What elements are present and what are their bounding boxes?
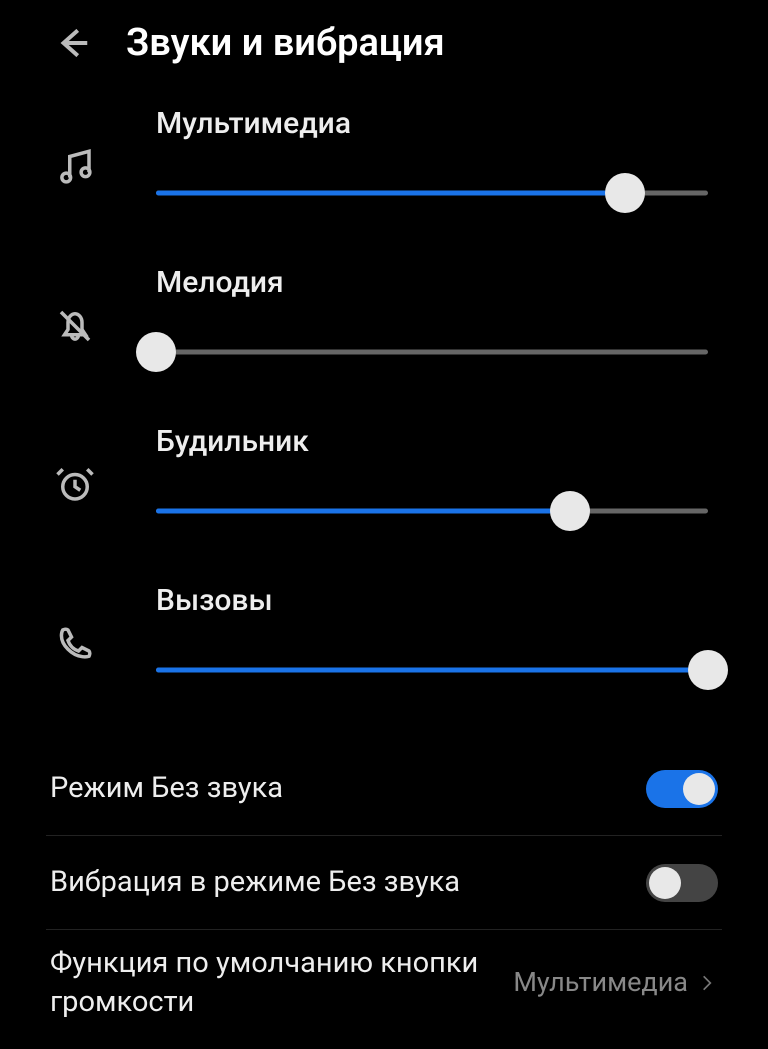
label-silent: Режим Без звука — [50, 769, 646, 808]
slider-label-calls: Вызовы — [156, 583, 708, 618]
music-icon — [50, 142, 100, 192]
value-volume-key-default: Мультимедиа — [513, 966, 688, 1000]
slider-calls: Вызовы — [50, 583, 708, 690]
slider-label-alarm: Будильник — [156, 424, 708, 459]
row-silent-mode[interactable]: Режим Без звука — [46, 742, 722, 836]
slider-media: Мультимедиа — [50, 106, 708, 213]
label-volume-key-default: Функция по умолчанию кнопки громкости — [50, 944, 513, 1022]
phone-icon — [50, 619, 100, 669]
slider-track-alarm[interactable] — [156, 491, 708, 531]
settings-list: Режим Без звука Вибрация в режиме Без зв… — [0, 742, 768, 1036]
slider-label-media: Мультимедиа — [156, 106, 708, 141]
arrow-left-icon — [54, 24, 92, 62]
toggle-vibrate-silent[interactable] — [646, 864, 718, 902]
row-vibrate-silent[interactable]: Вибрация в режиме Без звука — [46, 836, 722, 930]
slider-track-calls[interactable] — [156, 650, 708, 690]
volume-sliders: Мультимедиа Мелодия — [0, 96, 768, 690]
chevron-right-icon — [696, 972, 718, 994]
toggle-silent[interactable] — [646, 770, 718, 808]
page-title: Звуки и вибрация — [126, 21, 445, 65]
back-button[interactable] — [50, 20, 96, 66]
alarm-clock-icon — [50, 460, 100, 510]
slider-ringtone: Мелодия — [50, 265, 708, 372]
slider-label-ringtone: Мелодия — [156, 265, 708, 300]
slider-track-media[interactable] — [156, 173, 708, 213]
slider-alarm: Будильник — [50, 424, 708, 531]
slider-track-ringtone[interactable] — [156, 332, 708, 372]
bell-off-icon — [50, 301, 100, 351]
header: Звуки и вибрация — [0, 0, 768, 96]
label-vibrate-silent: Вибрация в режиме Без звука — [50, 863, 646, 902]
row-volume-key-default[interactable]: Функция по умолчанию кнопки громкости Му… — [46, 930, 722, 1036]
